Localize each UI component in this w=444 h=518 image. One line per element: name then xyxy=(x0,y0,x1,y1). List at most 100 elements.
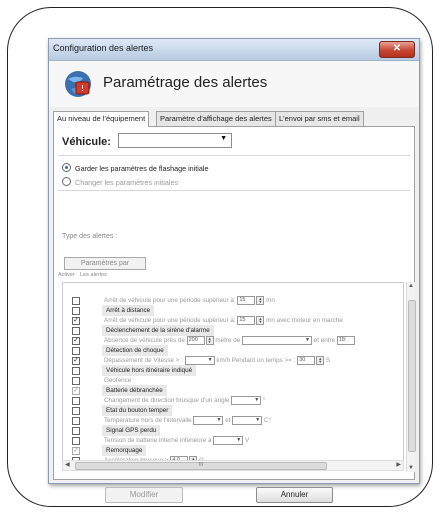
tab-panel: Véhicule: ▼ Garder les paramètres de fla… xyxy=(53,126,416,480)
alert-types-label: Type des alertes : xyxy=(62,233,118,240)
vehicle-label: Véhicule: xyxy=(62,136,111,148)
window-title: Configuration des alertes xyxy=(53,43,154,53)
activate-checkbox[interactable] xyxy=(72,297,80,305)
svg-text:!: ! xyxy=(81,84,84,93)
activate-checkbox[interactable] xyxy=(72,347,80,355)
radio-keep-settings[interactable]: Garder les paramètres de flashage initia… xyxy=(62,163,208,173)
activate-checkbox[interactable]: ✓ xyxy=(72,387,80,395)
alert-unit-text: et entre xyxy=(311,337,337,344)
radio-dot-icon xyxy=(62,163,71,172)
divider xyxy=(58,155,410,156)
chevron-down-icon: ▼ xyxy=(220,135,227,142)
chevron-down-icon: ▼ xyxy=(305,336,310,343)
dialog-window: Configuration des alertes ✕ ! Paramétrag… xyxy=(48,38,420,503)
chevron-down-icon: ▼ xyxy=(254,396,260,403)
params-button[interactable]: Paramètres par xyxy=(64,257,146,270)
vertical-scrollbar[interactable]: ▲ ▼ xyxy=(406,282,416,472)
horizontal-scrollbar[interactable]: ◀ III ▶ xyxy=(62,460,404,471)
activate-checkbox[interactable] xyxy=(72,327,80,335)
alert-text: Arrêt de véhicule pour une période supér… xyxy=(104,297,238,304)
alert-unit-text: et xyxy=(223,417,233,424)
alert-unit-text: ° xyxy=(261,397,266,404)
tab-display-settings[interactable]: Paramètre d'affichage des alertes xyxy=(156,111,276,126)
radio-change-settings[interactable]: Changer les paramètres initiales xyxy=(62,177,178,187)
alert-text: Etat du bouton temper xyxy=(106,407,169,414)
spinner-control[interactable]: ▲▼ xyxy=(316,355,325,365)
col-activate: Activer xyxy=(58,272,75,278)
value-field[interactable]: 15 xyxy=(237,295,256,305)
alert-unit-text: C° xyxy=(262,417,271,424)
scroll-up-icon[interactable]: ▲ xyxy=(408,283,414,289)
alert-text: Absence de véhicule près de xyxy=(104,337,187,344)
spinner-control[interactable]: ▲▼ xyxy=(205,335,214,345)
value-field[interactable]: 15 xyxy=(237,315,256,325)
alert-text: Batterie débranchée xyxy=(106,387,163,394)
activate-checkbox[interactable] xyxy=(72,427,80,435)
alert-text: Détection de choque xyxy=(106,347,164,354)
chevron-down-icon: ▼ xyxy=(216,416,222,423)
dropdown-field[interactable]: ▼ xyxy=(193,415,224,425)
activate-checkbox[interactable]: ✓ xyxy=(72,317,80,325)
alert-text: Véhicule hors itinéraire indiqué xyxy=(106,367,193,374)
scroll-down-icon[interactable]: ▼ xyxy=(408,465,414,471)
activate-checkbox[interactable]: ✓ xyxy=(72,357,80,365)
radio-change-label: Changer les paramètres initiales xyxy=(75,178,179,187)
alert-unit-text: km/h Pendant un temps >= : xyxy=(214,357,298,364)
close-icon[interactable]: ✕ xyxy=(393,43,401,54)
activate-checkbox[interactable]: ✓ xyxy=(72,447,80,455)
cancel-button[interactable]: Annuler xyxy=(256,487,333,503)
dialog-header: ! Paramétrage des alertes xyxy=(49,61,419,107)
alert-unit-text: V xyxy=(243,437,250,444)
alert-text: Température hors de l'intervalle xyxy=(104,417,194,424)
value-field[interactable]: 18: xyxy=(336,335,355,345)
activate-checkbox[interactable] xyxy=(72,307,80,315)
page-title: Paramétrage des alertes xyxy=(103,74,268,91)
alert-text: Géofence xyxy=(104,377,132,384)
alert-unit-text: mn avec moteur en marche xyxy=(264,317,343,324)
vehicle-select[interactable]: ▼ xyxy=(118,133,232,148)
dropdown-field[interactable]: ▼ xyxy=(232,415,263,425)
dropdown-field[interactable]: ▼ xyxy=(241,335,312,345)
alert-text: Remorquage xyxy=(106,447,143,454)
dropdown-field[interactable]: ▼ xyxy=(184,355,215,365)
chevron-down-icon: ▼ xyxy=(207,356,213,363)
activate-checkbox[interactable] xyxy=(72,397,80,405)
scroll-right-icon[interactable]: ▶ xyxy=(396,461,401,468)
close-button[interactable]: ✕ xyxy=(379,41,415,58)
alert-text: Arrêt de véhicule pour une période supér… xyxy=(104,317,238,324)
activate-checkbox[interactable] xyxy=(72,407,80,415)
activate-checkbox[interactable] xyxy=(72,417,80,425)
alert-unit-text: S xyxy=(324,357,331,364)
modify-button[interactable]: Modifier xyxy=(105,487,183,503)
alert-unit-text: mètre de xyxy=(213,337,242,344)
scroll-left-icon[interactable]: ◀ xyxy=(65,461,70,468)
alert-text: Signal GPS perdu xyxy=(106,427,157,434)
divider xyxy=(58,190,410,191)
vertical-scroll-thumb[interactable] xyxy=(408,300,416,452)
alert-text: Dépassement de Vitesse > : xyxy=(104,357,185,364)
activate-checkbox[interactable] xyxy=(72,377,80,385)
alert-unit-text: mn xyxy=(264,297,275,304)
value-field[interactable]: 30 xyxy=(297,355,316,365)
alert-globe-icon: ! xyxy=(65,71,91,97)
alert-text: Changement de direction brusque d'un ang… xyxy=(104,397,232,404)
alerts-list: Arrêt de véhicule pour une période supér… xyxy=(62,282,404,462)
activate-checkbox[interactable] xyxy=(72,437,80,445)
tab-sms-email[interactable]: L'envoi par sms et email xyxy=(275,111,364,126)
chevron-down-icon: ▼ xyxy=(236,436,242,443)
alert-text: Déclenchement de la sirène d'alarme xyxy=(106,327,210,334)
chevron-down-icon: ▼ xyxy=(255,416,261,423)
dropdown-field[interactable]: ▼ xyxy=(213,435,244,445)
horizontal-scroll-thumb[interactable]: III xyxy=(75,462,327,470)
activate-checkbox[interactable]: ✓ xyxy=(72,337,80,345)
alert-text: Arrêt à distance xyxy=(106,307,151,314)
title-bar: Configuration des alertes ✕ xyxy=(49,39,419,61)
radio-dot-icon xyxy=(62,177,71,186)
tab-equipment[interactable]: Au niveau de l'équipement xyxy=(53,111,150,127)
alert-text: Tension de batterie interne inferieure à xyxy=(104,437,214,444)
radio-keep-label: Garder les paramètres de flashage initia… xyxy=(75,164,209,173)
dropdown-field[interactable]: ▼ xyxy=(231,395,262,405)
col-alerts: Les alertes xyxy=(80,272,107,278)
activate-checkbox[interactable] xyxy=(72,367,80,375)
value-field[interactable]: 200 xyxy=(186,335,205,345)
